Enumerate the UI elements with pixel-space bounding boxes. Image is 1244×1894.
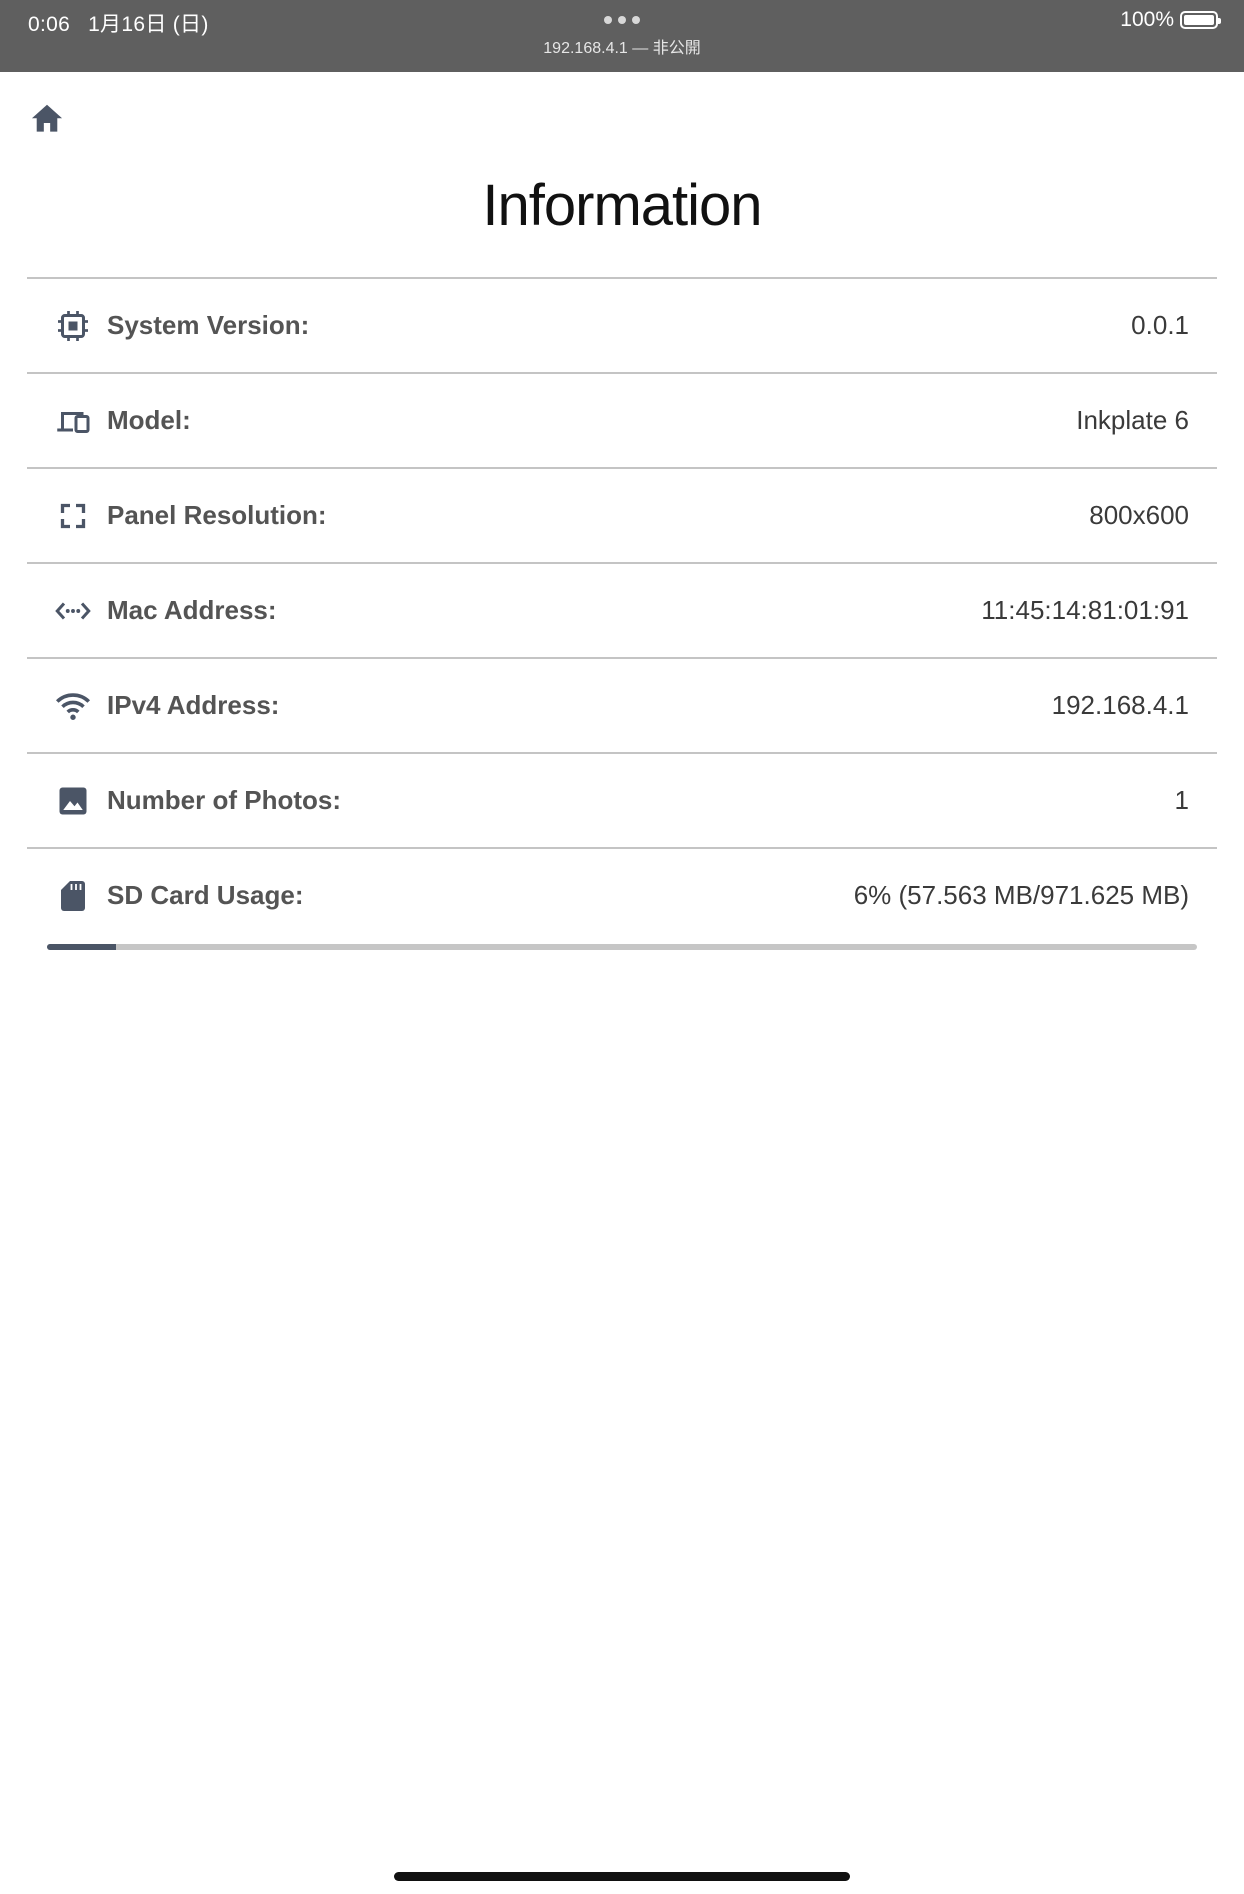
info-row-system-version: System Version: 0.0.1 (27, 279, 1217, 374)
info-label: System Version: (107, 310, 310, 340)
devices-icon (53, 401, 93, 441)
info-row-panel-resolution: Panel Resolution: 800x600 (27, 469, 1217, 564)
battery-percent: 100% (1120, 8, 1174, 31)
status-battery: 100% (1120, 8, 1221, 32)
more-dots-icon[interactable] (604, 16, 640, 24)
info-label: Number of Photos: (107, 785, 341, 815)
info-value: Inkplate 6 (1076, 405, 1189, 435)
info-list: System Version: 0.0.1 Model: Inkplate 6 … (27, 277, 1217, 942)
image-icon (53, 781, 93, 821)
info-label: Panel Resolution: (107, 500, 327, 530)
home-indicator[interactable] (394, 1872, 850, 1881)
info-value: 6% (57.563 MB/971.625 MB) (853, 880, 1189, 910)
info-row-model: Model: Inkplate 6 (27, 374, 1217, 469)
fullscreen-icon (53, 496, 93, 536)
info-row-number-of-photos: Number of Photos: 1 (27, 754, 1217, 849)
info-value: 192.168.4.1 (1051, 690, 1189, 720)
info-value: 0.0.1 (1131, 310, 1189, 340)
info-value: 11:45:14:81:01:91 (981, 595, 1189, 625)
chip-icon (53, 306, 93, 346)
sd-card-icon (53, 876, 93, 916)
page-title: Information (482, 173, 762, 238)
url-label[interactable]: 192.168.4.1 — 非公開 (0, 34, 1244, 58)
home-icon (31, 104, 63, 132)
info-value: 1 (1174, 785, 1189, 815)
info-label: SD Card Usage: (107, 880, 304, 910)
battery-icon (1180, 11, 1221, 29)
status-time: 0:06 (28, 13, 71, 36)
sd-usage-progress-bar (47, 944, 1197, 950)
info-row-mac-address: Mac Address: 11:45:14:81:01:91 (27, 564, 1217, 659)
info-label: Model: (107, 405, 191, 435)
wifi-icon (53, 686, 93, 726)
sd-usage-progress-fill (47, 944, 116, 950)
info-label: Mac Address: (107, 595, 277, 625)
info-value: 800x600 (1089, 500, 1189, 530)
info-row-sd-card-usage: SD Card Usage: 6% (57.563 MB/971.625 MB) (27, 849, 1217, 942)
home-button[interactable] (28, 100, 66, 138)
info-row-ipv4-address: IPv4 Address: 192.168.4.1 (27, 659, 1217, 754)
status-bar: 0:06 1月16日 (日) 192.168.4.1 — 非公開 100% (0, 0, 1244, 72)
info-label: IPv4 Address: (107, 690, 280, 720)
code-arrows-icon (53, 591, 93, 631)
status-date: 1月16日 (日) (88, 13, 209, 36)
